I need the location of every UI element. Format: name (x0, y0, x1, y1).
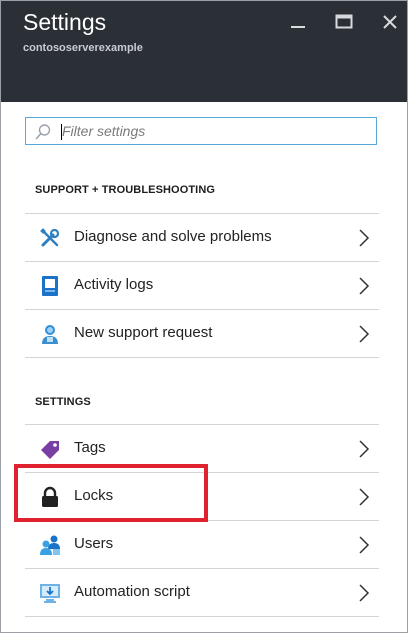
maximize-icon (335, 14, 353, 29)
minimize-icon (291, 26, 305, 28)
section-heading-settings: SETTINGS (35, 396, 91, 408)
maximize-button[interactable] (333, 11, 355, 33)
users-icon (40, 535, 60, 555)
blade-subtitle: contososerverexample (23, 42, 143, 54)
menu-item-label: New support request (74, 324, 213, 341)
menu-item-locks[interactable]: Locks (25, 473, 379, 520)
chevron-right-icon (359, 536, 370, 554)
menu-item-label: Activity logs (74, 276, 154, 293)
close-button[interactable] (379, 11, 401, 33)
section-heading-support: SUPPORT + TROUBLESHOOTING (35, 184, 216, 196)
tag-icon (41, 441, 59, 459)
chevron-right-icon (359, 325, 370, 343)
blade-header: Settings contososerverexample (1, 1, 407, 102)
search-icon (35, 124, 51, 140)
log-book-icon (42, 276, 58, 296)
filter-settings-input[interactable] (62, 121, 362, 141)
menu-item-automation-script[interactable]: Automation script (25, 569, 379, 616)
menu-item-label: Locks (74, 487, 114, 504)
menu-item-activity-logs[interactable]: Activity logs (25, 262, 379, 309)
blade-title: Settings (23, 9, 107, 35)
menu-item-label: Tags (74, 439, 106, 456)
wrench-screwdriver-icon (40, 228, 60, 247)
divider (25, 616, 379, 617)
chevron-right-icon (359, 229, 370, 247)
chevron-right-icon (359, 440, 370, 458)
menu-item-label: Diagnose and solve problems (74, 228, 272, 245)
settings-blade: Settings contososerverexample SUPPORT (0, 0, 408, 633)
close-icon (383, 15, 397, 29)
lock-icon (42, 486, 58, 507)
menu-item-tags[interactable]: Tags (25, 425, 379, 472)
script-download-icon (40, 584, 60, 603)
chevron-right-icon (359, 277, 370, 295)
menu-item-users[interactable]: Users (25, 521, 379, 568)
chevron-right-icon (359, 488, 370, 506)
chevron-right-icon (359, 584, 370, 602)
divider (25, 357, 379, 358)
menu-item-new-support-request[interactable]: New support request (25, 310, 379, 357)
menu-item-diagnose[interactable]: Diagnose and solve problems (25, 214, 379, 261)
filter-settings-box[interactable] (25, 117, 377, 145)
support-person-icon (42, 325, 58, 344)
menu-item-label: Automation script (74, 583, 190, 600)
menu-item-label: Users (74, 535, 114, 552)
minimize-button[interactable] (287, 11, 309, 33)
